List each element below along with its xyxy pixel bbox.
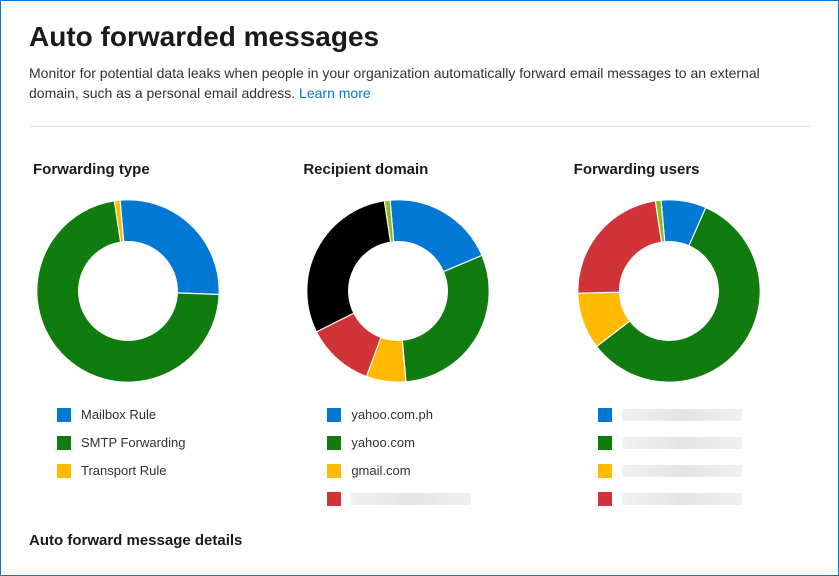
- divider: [29, 126, 810, 127]
- page-description: Monitor for potential data leaks when pe…: [29, 63, 809, 104]
- legend-item[interactable]: [598, 490, 810, 508]
- donut-slice[interactable]: [577, 200, 661, 292]
- page-title: Auto forwarded messages: [29, 21, 810, 53]
- legend-swatch: [327, 492, 341, 506]
- legend-item[interactable]: Mailbox Rule: [57, 406, 269, 424]
- legend-item[interactable]: [598, 406, 810, 424]
- chart-column: Forwarding users: [570, 161, 810, 518]
- chart-title: Recipient domain: [303, 161, 539, 178]
- legend-item[interactable]: Transport Rule: [57, 462, 269, 480]
- legend-item[interactable]: [598, 462, 810, 480]
- chart-legend: yahoo.com.ph yahoo.com gmail.com: [299, 406, 539, 518]
- legend-swatch: [327, 464, 341, 478]
- legend-label: Transport Rule: [81, 463, 167, 478]
- legend-label: yahoo.com: [351, 435, 415, 450]
- chart-legend: [570, 406, 810, 518]
- chart-title: Forwarding type: [33, 161, 269, 178]
- legend-item[interactable]: yahoo.com: [327, 434, 539, 452]
- chart-legend: Mailbox Rule SMTP Forwarding Transport Rul…: [29, 406, 269, 490]
- legend-swatch: [598, 464, 612, 478]
- donut-chart: [570, 196, 810, 386]
- charts-row: Forwarding type Mailbox Rule SMTP Forwardi…: [29, 161, 810, 518]
- legend-label: yahoo.com.ph: [351, 407, 433, 422]
- legend-swatch: [598, 492, 612, 506]
- details-heading: Auto forward message details: [29, 532, 810, 549]
- chart-column: Forwarding type Mailbox Rule SMTP Forwardi…: [29, 161, 269, 518]
- legend-swatch: [327, 408, 341, 422]
- description-text: Monitor for potential data leaks when pe…: [29, 65, 760, 101]
- legend-label-redacted: [351, 493, 471, 505]
- legend-swatch: [598, 436, 612, 450]
- legend-label: Mailbox Rule: [81, 407, 156, 422]
- legend-item[interactable]: SMTP Forwarding: [57, 434, 269, 452]
- legend-swatch: [57, 464, 71, 478]
- donut-chart: [299, 196, 539, 386]
- legend-swatch: [57, 436, 71, 450]
- legend-swatch: [57, 408, 71, 422]
- legend-label-redacted: [622, 493, 742, 505]
- donut-slice[interactable]: [403, 255, 490, 381]
- chart-column: Recipient domain yahoo.com.ph yahoo.com gma…: [299, 161, 539, 518]
- legend-item[interactable]: yahoo.com.ph: [327, 406, 539, 424]
- legend-item[interactable]: [327, 490, 539, 508]
- learn-more-link[interactable]: Learn more: [299, 85, 371, 101]
- legend-label-redacted: [622, 465, 742, 477]
- legend-item[interactable]: [598, 434, 810, 452]
- donut-slice[interactable]: [307, 200, 391, 331]
- legend-label: gmail.com: [351, 463, 410, 478]
- legend-swatch: [327, 436, 341, 450]
- chart-title: Forwarding users: [574, 161, 810, 178]
- legend-label: SMTP Forwarding: [81, 435, 186, 450]
- legend-label-redacted: [622, 437, 742, 449]
- legend-item[interactable]: gmail.com: [327, 462, 539, 480]
- donut-slice[interactable]: [120, 199, 219, 294]
- legend-label-redacted: [622, 409, 742, 421]
- donut-chart: [29, 196, 269, 386]
- legend-swatch: [598, 408, 612, 422]
